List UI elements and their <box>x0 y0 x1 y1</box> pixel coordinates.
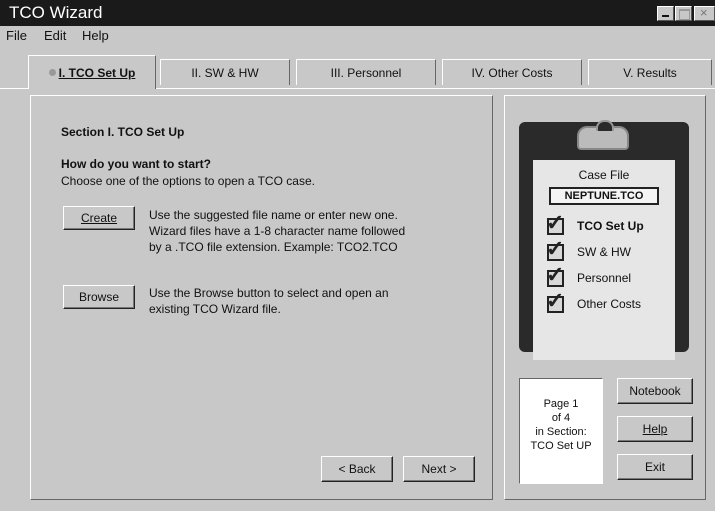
notebook-button-label: Notebook <box>629 384 681 398</box>
case-file-name: NEPTUNE.TCO <box>549 187 659 205</box>
case-file-label: Case File <box>578 168 630 182</box>
tab-row: I. TCO Set Up II. SW & HW III. Personnel… <box>0 45 715 89</box>
create-desc-line: by a .TCO file extension. Example: TCO2.… <box>149 240 398 254</box>
checkbox-sw-hw: ✓ <box>546 238 569 262</box>
exit-button[interactable]: Exit <box>617 454 693 480</box>
tab-results[interactable]: V. Results <box>588 59 712 85</box>
main-panel: Section I. TCO Set Up How do you want to… <box>30 95 493 500</box>
browse-button-label: Browse <box>78 290 119 304</box>
checklist-item-tco-set-up: TCO Set Up <box>577 219 644 233</box>
tab-sw-hw[interactable]: II. SW & HW <box>160 59 290 85</box>
help-button[interactable]: Help <box>617 416 693 442</box>
checkmark-icon: ✓ <box>546 236 565 261</box>
side-panel: Case File NEPTUNE.TCO ✓ TCO Set Up ✓ SW … <box>504 95 706 500</box>
window-title: TCO Wizard <box>9 3 103 22</box>
tab-personnel[interactable]: III. Personnel <box>296 59 436 85</box>
checkmark-icon: ✓ <box>546 210 565 235</box>
tab-tco-set-up[interactable]: I. TCO Set Up <box>28 55 156 89</box>
minimize-button[interactable] <box>657 6 674 21</box>
create-description: Use the suggested file name or enter new… <box>149 207 469 255</box>
start-question: How do you want to start? <box>61 157 211 171</box>
browse-description: Use the Browse button to select and open… <box>149 285 469 317</box>
checkbox-other-costs: ✓ <box>546 290 569 314</box>
tab-label: II. SW & HW <box>191 65 259 80</box>
notebook-button[interactable]: Notebook <box>617 378 693 404</box>
checklist-item-sw-hw: SW & HW <box>577 245 631 259</box>
active-tab-dot-icon <box>48 69 56 76</box>
create-desc-line: Use the suggested file name or enter new… <box>149 208 398 222</box>
next-button[interactable]: Next > <box>403 456 475 482</box>
clipboard-clip-icon <box>577 120 629 150</box>
case-file-clipboard: Case File NEPTUNE.TCO ✓ TCO Set Up ✓ SW … <box>519 120 689 360</box>
clipboard-paper: Case File NEPTUNE.TCO ✓ TCO Set Up ✓ SW … <box>533 160 675 360</box>
maximize-button[interactable] <box>675 6 692 21</box>
checklist-item-other-costs: Other Costs <box>577 297 642 311</box>
menu-edit[interactable]: Edit <box>44 28 66 43</box>
checkmark-icon: ✓ <box>546 262 565 287</box>
browse-desc-line: Use the Browse button to select and open… <box>149 286 389 300</box>
next-button-label: Next > <box>421 462 457 476</box>
page-section-name: TCO Set UP <box>530 440 592 452</box>
section-title: Section I. TCO Set Up <box>61 125 185 139</box>
page-section-label: in Section: <box>535 426 587 438</box>
create-desc-line: Wizard files have a 1-8 character name f… <box>149 224 406 238</box>
title-bar: TCO Wizard × <box>0 0 715 26</box>
menu-file[interactable]: File <box>6 28 27 43</box>
checkbox-tco-set-up: ✓ <box>546 212 569 236</box>
page-indicator: Page 1 of 4 in Section: TCO Set UP <box>519 378 603 484</box>
page-number: Page 1 <box>543 398 579 410</box>
close-button[interactable]: × <box>694 5 715 21</box>
browse-button[interactable]: Browse <box>63 285 135 309</box>
checkbox-personnel: ✓ <box>546 264 569 288</box>
menu-help[interactable]: Help <box>82 28 109 43</box>
tab-label: IV. Other Costs <box>471 65 553 80</box>
checkmark-icon: ✓ <box>546 288 565 313</box>
back-button[interactable]: < Back <box>321 456 393 482</box>
tab-label: III. Personnel <box>330 65 402 80</box>
menu-bar: File Edit Help <box>0 26 715 45</box>
checklist-item-personnel: Personnel <box>577 271 632 285</box>
instruction-text: Choose one of the options to open a TCO … <box>61 174 315 188</box>
back-button-label: < Back <box>338 462 376 476</box>
create-button-label: Create <box>80 211 118 225</box>
page-total: of 4 <box>551 412 571 424</box>
tab-other-costs[interactable]: IV. Other Costs <box>442 59 582 85</box>
tab-label: I. TCO Set Up <box>58 65 136 80</box>
tab-label: V. Results <box>623 65 677 80</box>
exit-button-label: Exit <box>644 460 665 474</box>
help-button-label: Help <box>642 422 668 436</box>
create-button[interactable]: Create <box>63 206 135 230</box>
close-icon: × <box>700 5 708 20</box>
browse-desc-line: existing TCO Wizard file. <box>149 302 281 316</box>
